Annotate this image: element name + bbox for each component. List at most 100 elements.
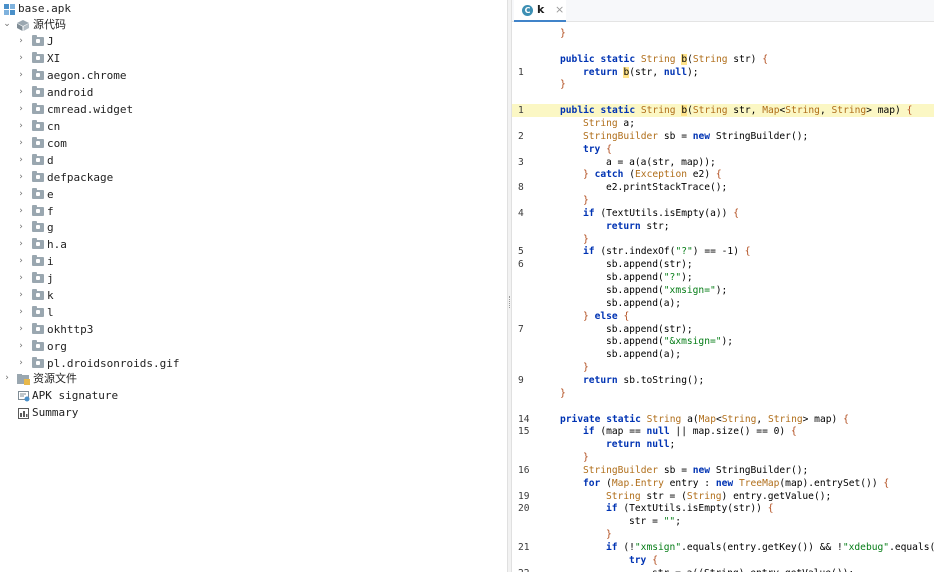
code-line[interactable]: } (512, 528, 934, 541)
class-icon: C (522, 5, 533, 16)
code-line[interactable]: 8 e2.printStackTrace(); (512, 181, 934, 194)
code-editor[interactable]: C k × } public static String b(String str… (512, 0, 934, 572)
package-icon (32, 306, 44, 318)
chevron-right-icon[interactable]: › (16, 118, 26, 135)
code-token: try (583, 143, 601, 155)
code-line[interactable]: 15 if (map == null || map.size() == 0) { (512, 425, 934, 438)
chevron-right-icon[interactable]: › (16, 135, 26, 152)
code-line[interactable]: } (512, 194, 934, 207)
code-line[interactable]: } (512, 451, 934, 464)
editor-tab-k[interactable]: C k × (514, 0, 566, 22)
chevron-right-icon[interactable]: › (16, 321, 26, 338)
code-line[interactable]: str = ""; (512, 515, 934, 528)
code-line[interactable]: 19 String str = (String) entry.getValue()… (512, 490, 934, 503)
code-line[interactable]: 7 sb.append(str); (512, 323, 934, 336)
chevron-right-icon[interactable]: › (16, 287, 26, 304)
code-token: { (790, 426, 797, 438)
code-line[interactable]: 1 return b(str, null); (512, 66, 934, 79)
code-text: } (583, 451, 589, 464)
chevron-right-icon[interactable]: › (16, 50, 26, 67)
code-text: try { (629, 554, 658, 567)
code-line[interactable]: } (512, 361, 934, 374)
code-line[interactable]: sb.append(a); (512, 348, 934, 361)
code-line[interactable]: return str; (512, 220, 934, 233)
code-line[interactable]: 1 public static String b(String str, Map<… (512, 104, 934, 118)
code-line[interactable]: 3 a = a(a(str, map)); (512, 156, 934, 169)
chevron-right-icon[interactable]: › (16, 186, 26, 203)
code-line[interactable]: for (Map.Entry entry : new TreeMap(map).… (512, 477, 934, 490)
code-line[interactable]: } (512, 27, 934, 40)
tab-label: k (537, 3, 545, 16)
code-line[interactable]: 21 if (!"xmsign".equals(entry.getKey()) &… (512, 541, 934, 554)
line-number: 16 (518, 464, 530, 476)
chevron-right-icon[interactable]: › (16, 338, 26, 355)
code-token: null (646, 426, 670, 438)
package-icon (32, 153, 44, 165)
package-icon (32, 85, 44, 97)
code-line[interactable] (512, 91, 934, 104)
code-line[interactable]: sb.append("?"); (512, 271, 934, 284)
code-line[interactable]: sb.append("xmsign="); (512, 284, 934, 297)
chevron-right-icon[interactable]: › (16, 169, 26, 186)
package-icon (32, 170, 44, 182)
code-area[interactable]: } public static String b(String str) {1 re… (512, 22, 934, 572)
chevron-right-icon[interactable]: › (16, 355, 26, 372)
chevron-right-icon[interactable]: › (16, 33, 26, 50)
code-line[interactable]: sb.append(a); (512, 297, 934, 310)
code-token: "xmsign=" (663, 285, 716, 296)
code-line[interactable]: 4 if (TextUtils.isEmpty(a)) { (512, 207, 934, 220)
code-line[interactable]: 5 if (str.indexOf("?") == -1) { (512, 245, 934, 258)
chevron-right-icon[interactable]: › (16, 67, 26, 84)
code-text: sb.append(a); (606, 348, 681, 361)
code-line[interactable]: 2 StringBuilder sb = new StringBuilder(); (512, 130, 934, 143)
code-token: ; (675, 516, 681, 528)
close-icon[interactable]: × (555, 3, 564, 16)
code-line[interactable]: String a; (512, 117, 934, 130)
code-line[interactable]: } (512, 233, 934, 246)
code-token: (TextUtils.isEmpty(str)) (617, 503, 768, 515)
code-text: } (606, 528, 612, 541)
code-token: str = ( (640, 490, 687, 502)
code-line[interactable]: public static String b(String str) { (512, 53, 934, 66)
chevron-right-icon[interactable]: › (2, 370, 12, 387)
package-label: l (47, 306, 54, 320)
chevron-right-icon[interactable]: › (16, 101, 26, 118)
chevron-right-icon[interactable]: › (16, 253, 26, 270)
code-text: sb.append("&xmsign="); (606, 335, 733, 348)
chevron-right-icon[interactable]: › (16, 236, 26, 253)
code-line[interactable]: sb.append("&xmsign="); (512, 335, 934, 348)
code-line[interactable]: 9 return sb.toString(); (512, 374, 934, 387)
code-line[interactable]: 20 if (TextUtils.isEmpty(str)) { (512, 502, 934, 515)
chevron-down-icon[interactable]: ⌄ (2, 16, 12, 33)
chevron-right-icon[interactable]: › (16, 270, 26, 287)
chevron-right-icon[interactable]: › (16, 219, 26, 236)
code-line[interactable]: 22 str = a((String) entry.getValue()); (512, 567, 934, 572)
package-icon (32, 289, 44, 301)
code-line[interactable]: try { (512, 143, 934, 156)
chevron-right-icon[interactable]: › (16, 152, 26, 169)
code-line[interactable]: } (512, 78, 934, 91)
chevron-right-icon[interactable]: › (16, 304, 26, 321)
code-line[interactable] (512, 400, 934, 413)
code-token: e2) (687, 169, 716, 181)
code-line[interactable]: 14 private static String a(Map<String, St… (512, 413, 934, 426)
code-line[interactable]: return null; (512, 438, 934, 451)
chevron-right-icon[interactable]: › (16, 203, 26, 220)
code-line[interactable] (512, 40, 934, 53)
code-line[interactable]: 6 sb.append(str); (512, 258, 934, 271)
apk-signature-label: APK signature (32, 389, 119, 402)
code-text: if (map == null || map.size() == 0) { (583, 425, 797, 438)
chevron-right-icon[interactable]: › (16, 84, 26, 101)
code-text: } catch (Exception e2) { (583, 168, 722, 181)
code-line[interactable]: 16 StringBuilder sb = new StringBuilder()… (512, 464, 934, 477)
splitter-grip[interactable] (509, 296, 511, 308)
code-line[interactable]: } (512, 387, 934, 400)
code-token: "xmsign" (634, 542, 682, 553)
line-number: 8 (518, 182, 524, 194)
code-token: new (715, 477, 734, 489)
code-line[interactable]: } catch (Exception e2) { (512, 168, 934, 181)
code-line[interactable]: try { (512, 554, 934, 567)
package-icon (32, 357, 44, 369)
code-text: str = a((String) entry.getValue()); (652, 567, 854, 572)
code-line[interactable]: } else { (512, 310, 934, 323)
